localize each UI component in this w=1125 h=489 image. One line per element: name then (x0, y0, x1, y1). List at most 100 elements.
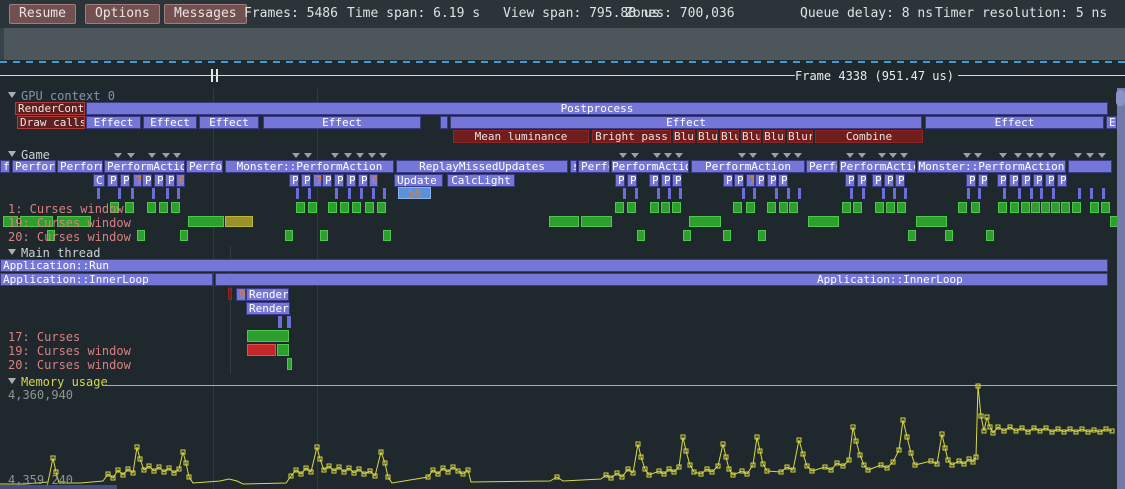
zone-bar[interactable]: P (857, 174, 867, 187)
zone-bar[interactable]: 7 (133, 174, 142, 187)
zone-tick[interactable] (1078, 188, 1081, 199)
zone-bar[interactable]: Blur (673, 130, 695, 143)
collapsed-zone-triangle-icon[interactable] (889, 153, 897, 158)
collapsed-zone-triangle-icon[interactable] (127, 153, 135, 158)
zone-bar[interactable] (125, 202, 134, 213)
zone-bar[interactable] (365, 202, 374, 213)
zone-bar[interactable] (998, 202, 1007, 213)
zone-tick[interactable] (623, 188, 626, 199)
zone-bar[interactable] (1061, 202, 1070, 213)
zone-tick[interactable] (1030, 188, 1033, 199)
collapsed-zone-triangle-icon[interactable] (344, 153, 352, 158)
zone-bar[interactable]: Effect (925, 116, 1104, 129)
zone-tick[interactable] (657, 188, 660, 199)
collapsed-zone-triangle-icon[interactable] (675, 153, 683, 158)
zone-bar[interactable]: Postprocess (86, 102, 1108, 115)
zone-tick[interactable] (798, 188, 801, 199)
collapsed-zone-triangle-icon[interactable] (1074, 153, 1082, 158)
zone-bar[interactable] (689, 216, 721, 227)
zone-bar[interactable]: fo (0, 160, 10, 173)
zone-bar[interactable]: P (884, 174, 894, 187)
zone-bar[interactable]: Draw calls (17, 116, 85, 129)
zone-tick[interactable] (177, 188, 180, 199)
zone-tick[interactable] (360, 188, 363, 199)
zone-bar[interactable]: P (997, 174, 1007, 187)
zone-bar[interactable]: PerformActio (611, 160, 689, 173)
lock-label-19[interactable]: 19: Curses window (8, 216, 131, 230)
zone-tick[interactable] (978, 188, 981, 199)
zone-bar[interactable]: Application::InnerLoop (215, 273, 1108, 286)
zone-bar[interactable]: Perforr (12, 160, 56, 173)
zone-bar[interactable]: P( (107, 174, 118, 187)
zone-tick[interactable] (742, 188, 745, 199)
zone-bar[interactable]: P (845, 174, 855, 187)
zone-bar[interactable]: P (649, 174, 659, 187)
zone-bar[interactable]: Blur (697, 130, 718, 143)
frames-overview-strip[interactable] (0, 28, 1125, 60)
collapsed-zone-triangle-icon[interactable] (148, 153, 156, 158)
zone-bar[interactable]: Update (394, 174, 443, 187)
zone-tick[interactable] (118, 188, 121, 199)
zone-bar[interactable] (842, 202, 851, 213)
zone-bar[interactable] (853, 202, 862, 213)
zone-bar[interactable] (287, 358, 292, 370)
zone-bar[interactable]: P (346, 174, 356, 187)
options-button[interactable]: Options (85, 4, 160, 24)
collapsed-zone-triangle-icon[interactable] (999, 153, 1007, 158)
collapsed-zone-triangle-icon[interactable] (1048, 153, 1056, 158)
zone-bar[interactable]: Monster::PerformAction (225, 160, 394, 173)
zone-bar[interactable] (1090, 202, 1099, 213)
zone-tick[interactable] (335, 188, 338, 199)
zone-tick[interactable] (668, 188, 671, 199)
zone-tick[interactable] (308, 188, 311, 199)
zone-bar[interactable]: P (301, 174, 311, 187)
zone-bar[interactable]: P (1057, 174, 1067, 187)
zone-bar[interactable]: P (1045, 174, 1055, 187)
collapsed-zone-triangle-icon[interactable] (368, 153, 376, 158)
zone-bar[interactable] (549, 216, 579, 227)
collapsed-zone-triangle-icon[interactable] (783, 153, 791, 158)
collapsed-zone-triangle-icon[interactable] (1086, 153, 1094, 158)
zone-bar[interactable]: P (334, 174, 344, 187)
zone-bar[interactable]: Application::Run (0, 259, 1108, 272)
zone-bar[interactable] (1010, 202, 1019, 213)
zone-tick[interactable] (679, 188, 682, 199)
zone-bar[interactable] (723, 230, 731, 241)
collapsed-zone-triangle-icon[interactable] (1036, 153, 1044, 158)
collapsed-zone-triangle-icon[interactable] (653, 153, 661, 158)
zone-bar[interactable] (746, 202, 755, 213)
zone-bar[interactable]: P (872, 174, 882, 187)
zone-bar[interactable]: P (978, 174, 988, 187)
zone-bar[interactable] (1068, 160, 1112, 173)
zone-bar[interactable] (627, 202, 636, 213)
zone-bar[interactable] (225, 216, 253, 227)
zone-bar[interactable] (779, 202, 788, 213)
zone-bar[interactable] (377, 202, 386, 213)
zone-bar[interactable] (908, 230, 916, 241)
zone-bar[interactable]: P (1009, 174, 1019, 187)
collapsed-zone-triangle-icon[interactable] (1098, 153, 1106, 158)
collapsed-zone-triangle-icon[interactable] (771, 153, 779, 158)
zone-bar[interactable] (916, 216, 947, 227)
zone-bar[interactable]: C( (93, 174, 105, 187)
collapsed-zone-triangle-icon[interactable] (162, 153, 170, 158)
zone-bar[interactable]: P (142, 174, 152, 187)
zone-bar[interactable] (758, 230, 766, 241)
zone-bar[interactable]: RenderConte (15, 102, 85, 115)
collapsed-zone-triangle-icon[interactable] (794, 153, 802, 158)
collapsed-zone-triangle-icon[interactable] (900, 153, 908, 158)
zone-bar[interactable] (733, 202, 742, 213)
collapsed-zone-triangle-icon[interactable] (114, 153, 122, 158)
collapsed-zone-triangle-icon[interactable] (619, 153, 627, 158)
zone-bar[interactable] (1041, 202, 1050, 213)
messages-button[interactable]: Messages (164, 4, 247, 24)
zone-bar[interactable]: P (165, 174, 175, 187)
section-header-gpu[interactable]: GPU context 0 (8, 89, 115, 103)
zone-tick[interactable] (372, 188, 375, 199)
zone-bar[interactable] (672, 202, 681, 213)
frame-boundary-tick[interactable] (211, 69, 213, 82)
zone-bar[interactable] (247, 330, 289, 342)
zone-bar[interactable]: P (358, 174, 368, 187)
zone-bar[interactable] (171, 202, 180, 213)
zone-bar[interactable] (661, 202, 670, 213)
